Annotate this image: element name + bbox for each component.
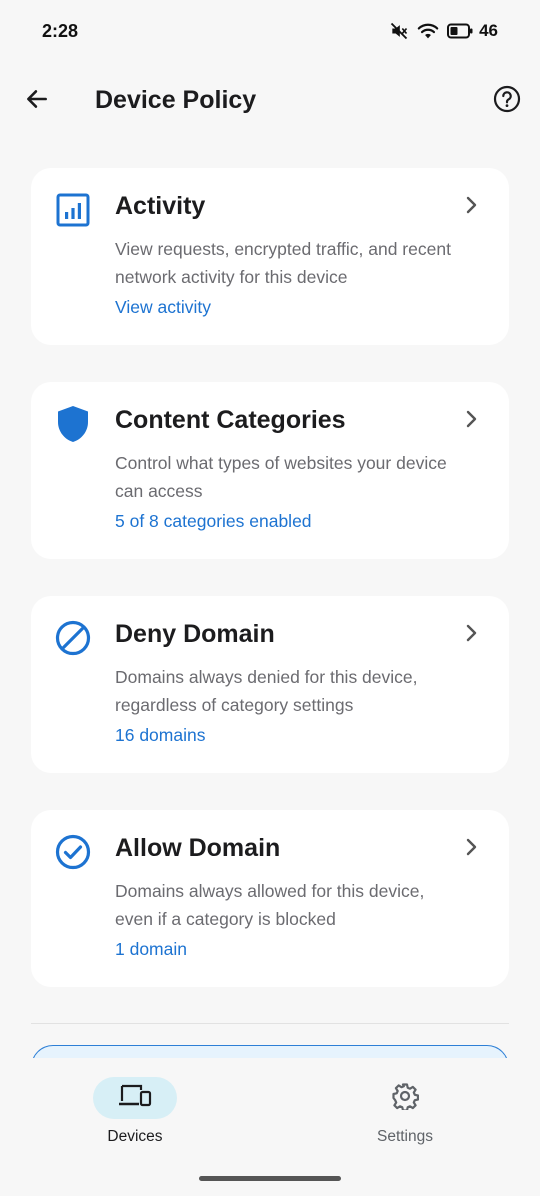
battery-level: 46 — [479, 21, 498, 40]
help-circle-icon — [493, 85, 521, 118]
devices-icon — [118, 1083, 152, 1114]
help-button[interactable] — [490, 84, 524, 118]
card-description: Control what types of websites your devi… — [115, 453, 447, 501]
page-title: Device Policy — [95, 86, 257, 114]
policy-card-list: Activity View requests, encrypted traffi… — [31, 168, 509, 1024]
app-bar: Device Policy — [0, 72, 540, 132]
card-description: Domains always denied for this device, r… — [115, 667, 418, 715]
home-indicator — [199, 1176, 341, 1181]
allow-domains-link[interactable]: 1 domain — [115, 939, 187, 960]
card-title: Activity — [115, 192, 206, 220]
deny-domains-link[interactable]: 16 domains — [115, 725, 205, 746]
nav-label-settings: Settings — [376, 1128, 433, 1145]
card-description: View requests, encrypted traffic, and re… — [115, 239, 451, 287]
check-circle-icon — [55, 834, 91, 870]
chevron-right-icon — [461, 194, 481, 216]
mute-icon — [389, 21, 409, 41]
shield-icon — [55, 406, 91, 442]
battery-icon — [447, 23, 473, 39]
view-activity-link[interactable]: View activity — [115, 297, 211, 318]
bar-chart-icon — [55, 192, 91, 228]
back-button[interactable] — [20, 84, 54, 118]
card-description: Domains always allowed for this device, … — [115, 881, 425, 929]
divider — [31, 1023, 509, 1024]
nav-active-indicator — [93, 1077, 177, 1119]
categories-enabled-link[interactable]: 5 of 8 categories enabled — [115, 511, 312, 532]
nav-icon-container — [363, 1077, 447, 1119]
wifi-icon — [417, 21, 439, 41]
allow-domain-card[interactable]: Allow Domain Domains always allowed for … — [31, 810, 509, 987]
card-title: Allow Domain — [115, 834, 281, 862]
content-categories-card[interactable]: Content Categories Control what types of… — [31, 382, 509, 559]
chevron-right-icon — [461, 836, 481, 858]
chevron-right-icon — [461, 408, 481, 430]
status-time: 2:28 — [42, 20, 79, 41]
nav-settings[interactable]: Settings — [315, 1076, 495, 1166]
block-icon — [55, 620, 91, 656]
deny-domain-card[interactable]: Deny Domain Domains always denied for th… — [31, 596, 509, 773]
gear-icon — [391, 1082, 420, 1115]
card-title: Deny Domain — [115, 620, 275, 648]
status-icons: 46 — [389, 21, 498, 41]
nav-devices[interactable]: Devices — [45, 1076, 225, 1166]
arrow-back-icon — [24, 86, 50, 117]
status-bar: 2:28 46 — [0, 0, 540, 62]
nav-label-devices: Devices — [107, 1128, 163, 1145]
activity-card[interactable]: Activity View requests, encrypted traffi… — [31, 168, 509, 345]
card-title: Content Categories — [115, 406, 346, 434]
chevron-right-icon — [461, 622, 481, 644]
